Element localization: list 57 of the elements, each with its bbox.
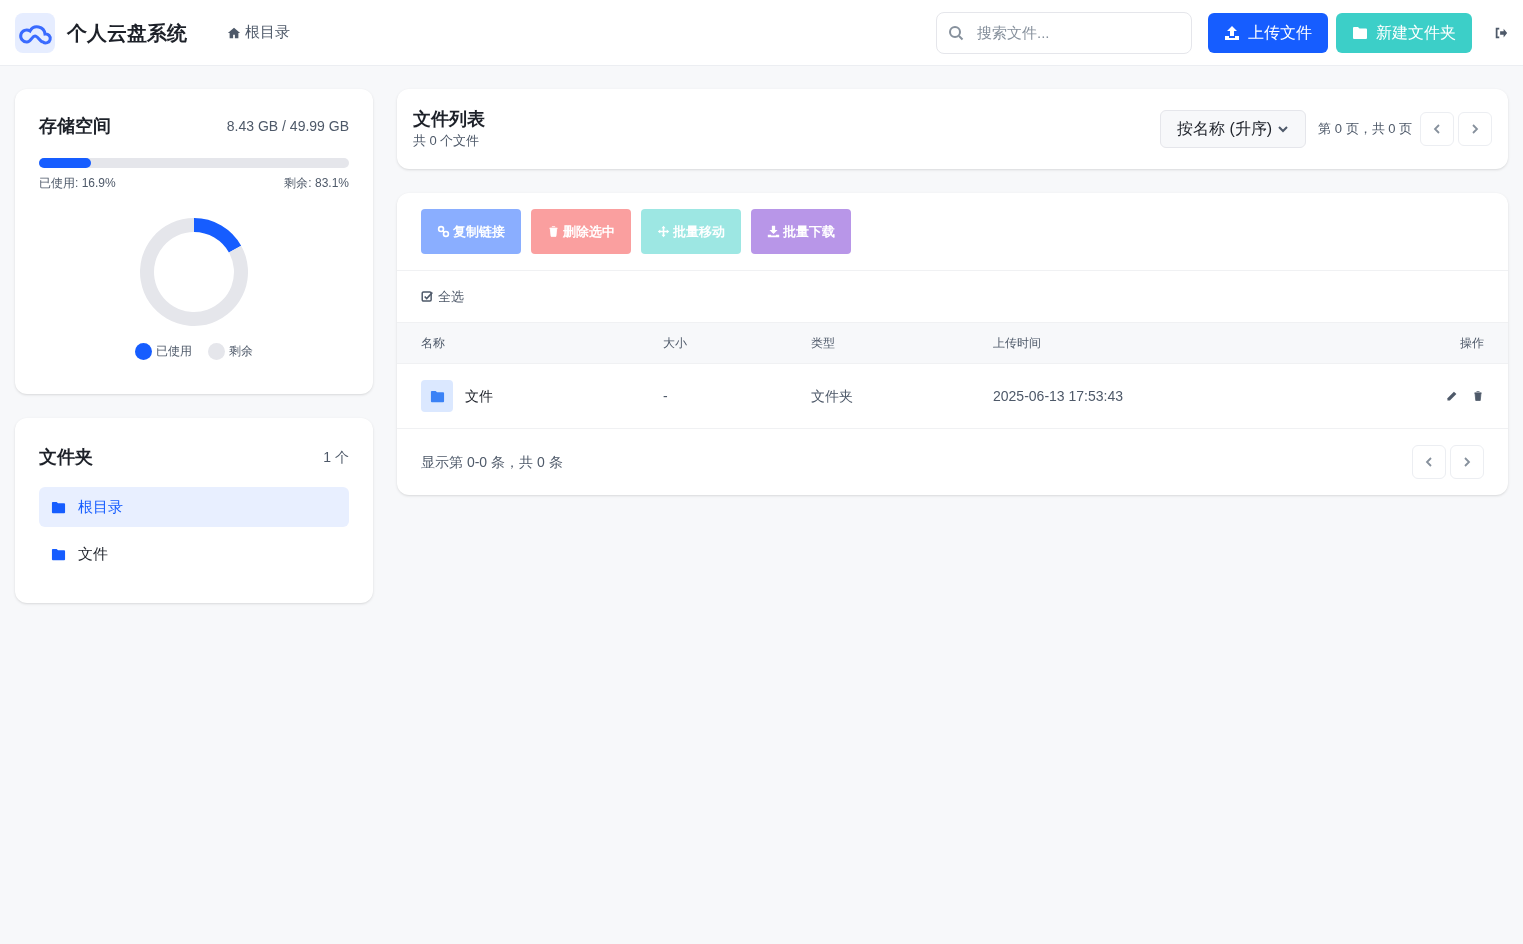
chevron-right-icon [1461, 456, 1473, 468]
trash-icon [1472, 390, 1484, 402]
cloud-logo-icon [15, 12, 55, 53]
link-icon [437, 225, 450, 238]
folder-count: 1 个 [323, 448, 349, 467]
app-title: 个人云盘系统 [67, 20, 187, 46]
used-label: 已使用: 16.9% [39, 175, 116, 192]
home-icon [227, 25, 241, 40]
upload-button[interactable]: 上传文件 [1208, 12, 1328, 53]
column-header: 上传时间 [993, 335, 1042, 352]
chevron-left-icon [1423, 456, 1435, 468]
table-cell-text: 2025-06-13 17:53:43 [993, 386, 1124, 406]
move-arrows-icon [657, 225, 670, 238]
page-info: 第 0 页，共 0 页 [1318, 120, 1412, 139]
search-field[interactable]: 搜索文件... [936, 11, 1192, 54]
folder-icon [51, 499, 66, 515]
upload-icon [1224, 24, 1240, 41]
next-page-button[interactable] [1458, 112, 1492, 146]
rename-button[interactable] [1445, 389, 1458, 403]
usage-text: 8.43 GB / 49.99 GB [226, 117, 349, 136]
previous-page-button[interactable] [1420, 112, 1454, 146]
card-title: 存储空间 [39, 115, 111, 138]
select-all-checkbox[interactable]: 全选 [421, 286, 464, 307]
delete-button[interactable] [1472, 389, 1484, 403]
sort-dropdown[interactable]: 按名称 (升序) [1160, 110, 1307, 148]
column-header: 操作 [1459, 335, 1484, 352]
folder-icon [51, 546, 66, 562]
table-cell-text: 文件夹 [811, 386, 854, 406]
breadcrumb-link[interactable]: 根目录 [227, 21, 290, 44]
file-count: 共 0 个文件 [413, 132, 481, 151]
next-page-button[interactable] [1450, 445, 1484, 479]
legend-label: 已使用 [156, 343, 192, 360]
folder-icon [1352, 24, 1368, 41]
column-header: 名称 [421, 335, 446, 352]
chevron-right-icon [1469, 123, 1481, 135]
chevron-down-icon [1277, 123, 1290, 135]
pencil-icon [1445, 389, 1458, 403]
checked-box-icon [421, 290, 434, 303]
card-title: 文件夹 [39, 446, 93, 469]
file-name[interactable]: 文件 [465, 385, 493, 407]
table-cell-text: - [663, 386, 669, 406]
logout-button[interactable] [1494, 25, 1508, 40]
column-header: 类型 [811, 335, 836, 352]
folder-item[interactable]: 文件 [39, 534, 349, 574]
previous-page-button[interactable] [1412, 445, 1446, 479]
legend-label: 剩余 [229, 343, 253, 360]
folder-item[interactable]: 根目录 [39, 487, 349, 527]
free-label: 剩余: 83.1% [284, 175, 349, 192]
column-header: 大小 [663, 335, 688, 352]
download-icon [767, 225, 780, 238]
list-title: 文件列表 [413, 108, 485, 132]
logout-icon [1494, 25, 1508, 40]
folder-icon [429, 388, 445, 404]
trash-icon [547, 225, 560, 238]
pagination-info: 显示第 0-0 条，共 0 条 [421, 452, 563, 472]
chevron-left-icon [1431, 123, 1443, 135]
search-icon [948, 24, 964, 41]
